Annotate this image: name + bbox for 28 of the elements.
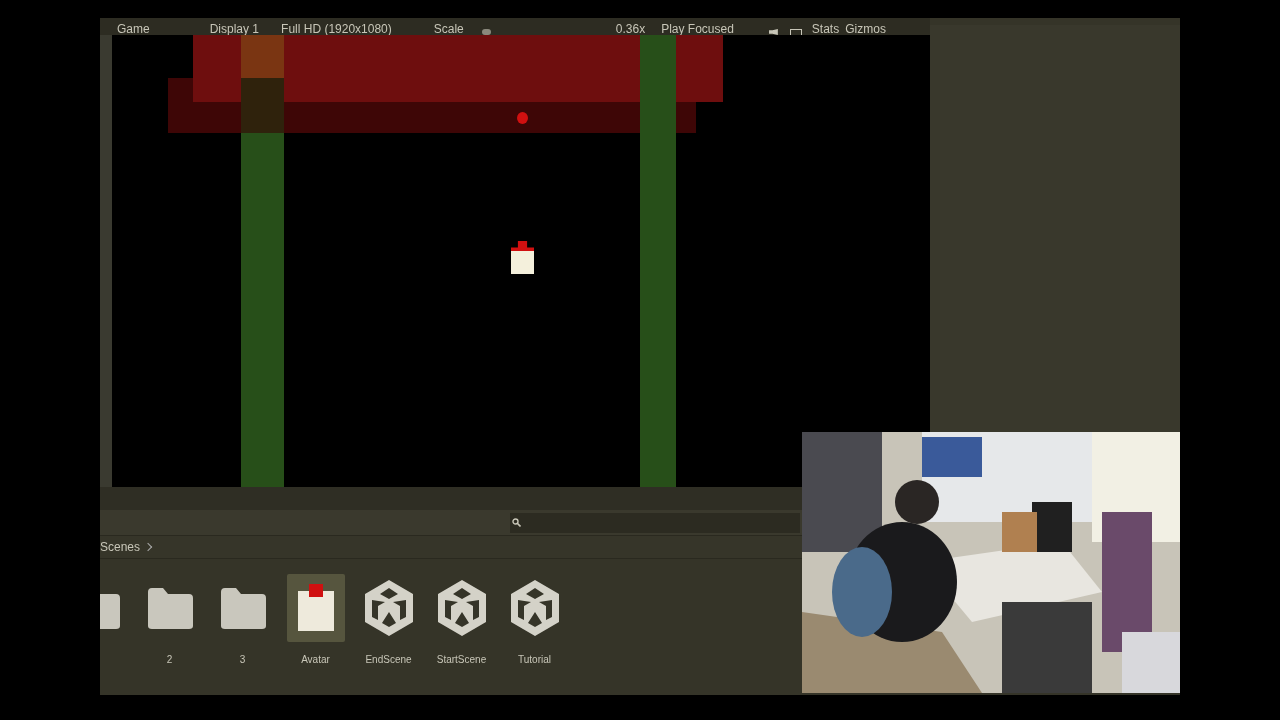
avatar-sprite (511, 241, 534, 274)
prefab-icon (295, 584, 336, 632)
asset-label: StartScene (436, 654, 487, 666)
unity-scene-icon (435, 579, 488, 637)
target-dot (517, 112, 528, 124)
gizmos-button[interactable]: Gizmos (845, 23, 886, 35)
asset-label: EndScene (365, 654, 412, 666)
scale-value: 0.36x (615, 23, 646, 35)
speaker-icon[interactable] (768, 29, 778, 35)
game-tab[interactable]: Game (117, 23, 150, 35)
search-field[interactable] (510, 512, 800, 533)
display-dropdown[interactable]: Display 1 (209, 23, 260, 35)
resolution-dropdown[interactable]: Full HD (1920x1080) (281, 23, 392, 35)
play-mode-dropdown[interactable]: Play Focused (661, 23, 734, 35)
unity-scene-icon (508, 579, 561, 637)
asset-label: Avatar (301, 654, 330, 666)
folder-icon (218, 586, 267, 630)
asset-label: 2 (166, 654, 173, 666)
unity-scene-icon (362, 579, 415, 637)
asset-label: 3 (239, 654, 246, 666)
breadcrumb-link[interactable]: Scenes (100, 540, 141, 554)
search-icon (512, 518, 521, 527)
folder-icon (145, 586, 194, 630)
scale-label: Scale (433, 23, 464, 35)
slider-handle[interactable] (481, 29, 491, 35)
selection-highlight[interactable] (286, 574, 345, 642)
asset-label: Tutorial (518, 654, 551, 666)
stats-button[interactable]: Stats (811, 23, 840, 35)
